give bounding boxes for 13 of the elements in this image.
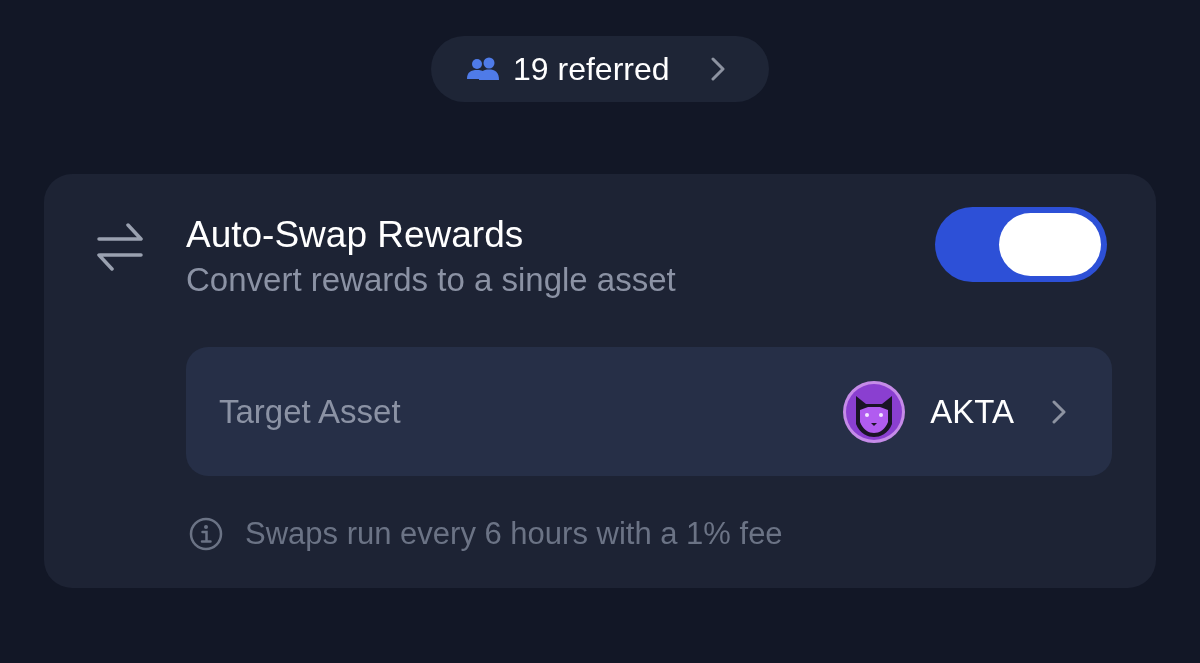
target-asset-value: AKTA <box>930 392 1014 431</box>
card-subtitle: Convert rewards to a single asset <box>186 260 676 300</box>
info-icon <box>189 517 223 551</box>
swap-fee-note: Swaps run every 6 hours with a 1% fee <box>245 516 783 552</box>
card-title: Auto-Swap Rewards <box>186 213 525 257</box>
chevron-right-icon <box>1052 399 1066 424</box>
referral-pill[interactable]: 19 referred <box>431 36 769 102</box>
target-asset-row[interactable]: Target Asset AKTA <box>186 347 1112 476</box>
chevron-right-icon <box>711 57 725 81</box>
people-icon <box>466 57 500 81</box>
target-asset-label: Target Asset <box>219 392 401 431</box>
animal-avatar-icon <box>842 379 907 444</box>
swap-arrows-icon <box>97 222 143 272</box>
